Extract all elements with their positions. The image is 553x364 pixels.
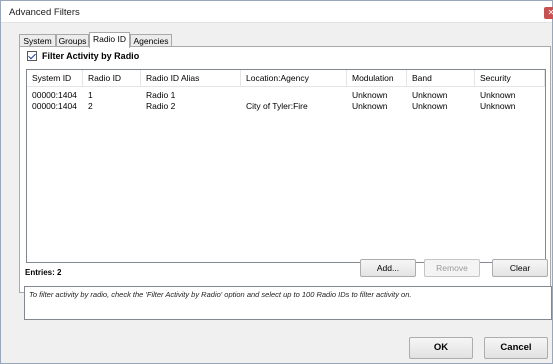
column-header[interactable]: Modulation bbox=[347, 70, 407, 87]
advanced-filters-window: Advanced Filters ✕ System Groups Radio I… bbox=[0, 0, 553, 364]
table-row[interactable]: 00000:1404 1 Radio 1 Unknown Unknown Unk… bbox=[27, 90, 545, 101]
cell-system-id: 00000:1404 bbox=[32, 90, 77, 100]
cell-alias: Radio 2 bbox=[146, 101, 176, 111]
column-header[interactable]: Security bbox=[475, 70, 545, 87]
add-button[interactable]: Add... bbox=[360, 259, 416, 277]
cell-radio-id: 1 bbox=[88, 90, 93, 100]
list-header: System ID Radio ID Radio ID Alias Locati… bbox=[27, 70, 545, 87]
filter-activity-checkbox-row[interactable]: Filter Activity by Radio bbox=[27, 51, 139, 61]
hint-box: To filter activity by radio, check the '… bbox=[24, 286, 552, 320]
column-header[interactable]: Radio ID Alias bbox=[141, 70, 241, 87]
column-header[interactable]: System ID bbox=[27, 70, 83, 87]
cell-system-id: 00000:1404 bbox=[32, 101, 77, 111]
cell-location: City of Tyler:Fire bbox=[246, 101, 308, 111]
cell-modulation: Unknown bbox=[352, 101, 388, 111]
cell-band: Unknown bbox=[412, 90, 448, 100]
column-header[interactable]: Band bbox=[407, 70, 475, 87]
table-row[interactable]: 00000:1404 2 Radio 2 City of Tyler:Fire … bbox=[27, 101, 545, 112]
radio-id-panel: Filter Activity by Radio System ID Radio… bbox=[19, 46, 551, 293]
entries-count: Entries: 2 bbox=[25, 268, 62, 277]
clear-button[interactable]: Clear bbox=[492, 259, 548, 277]
column-header[interactable]: Location:Agency bbox=[241, 70, 347, 87]
close-icon: ✕ bbox=[547, 8, 553, 17]
window-title: Advanced Filters bbox=[9, 7, 80, 18]
filter-activity-checkbox[interactable] bbox=[27, 51, 37, 61]
remove-button[interactable]: Remove bbox=[424, 259, 480, 277]
ok-button[interactable]: OK bbox=[409, 337, 473, 359]
cell-security: Unknown bbox=[480, 101, 516, 111]
radio-id-list[interactable]: System ID Radio ID Radio ID Alias Locati… bbox=[26, 69, 546, 263]
column-header[interactable]: Radio ID bbox=[83, 70, 141, 87]
cell-alias: Radio 1 bbox=[146, 90, 176, 100]
cancel-button[interactable]: Cancel bbox=[484, 337, 548, 359]
cell-band: Unknown bbox=[412, 101, 448, 111]
cell-modulation: Unknown bbox=[352, 90, 388, 100]
cell-security: Unknown bbox=[480, 90, 516, 100]
tab-radio-id[interactable]: Radio ID bbox=[89, 32, 130, 48]
title-bar[interactable]: Advanced Filters ✕ bbox=[1, 1, 553, 23]
close-button[interactable]: ✕ bbox=[544, 7, 553, 19]
filter-activity-label: Filter Activity by Radio bbox=[42, 51, 140, 61]
cell-radio-id: 2 bbox=[88, 101, 93, 111]
